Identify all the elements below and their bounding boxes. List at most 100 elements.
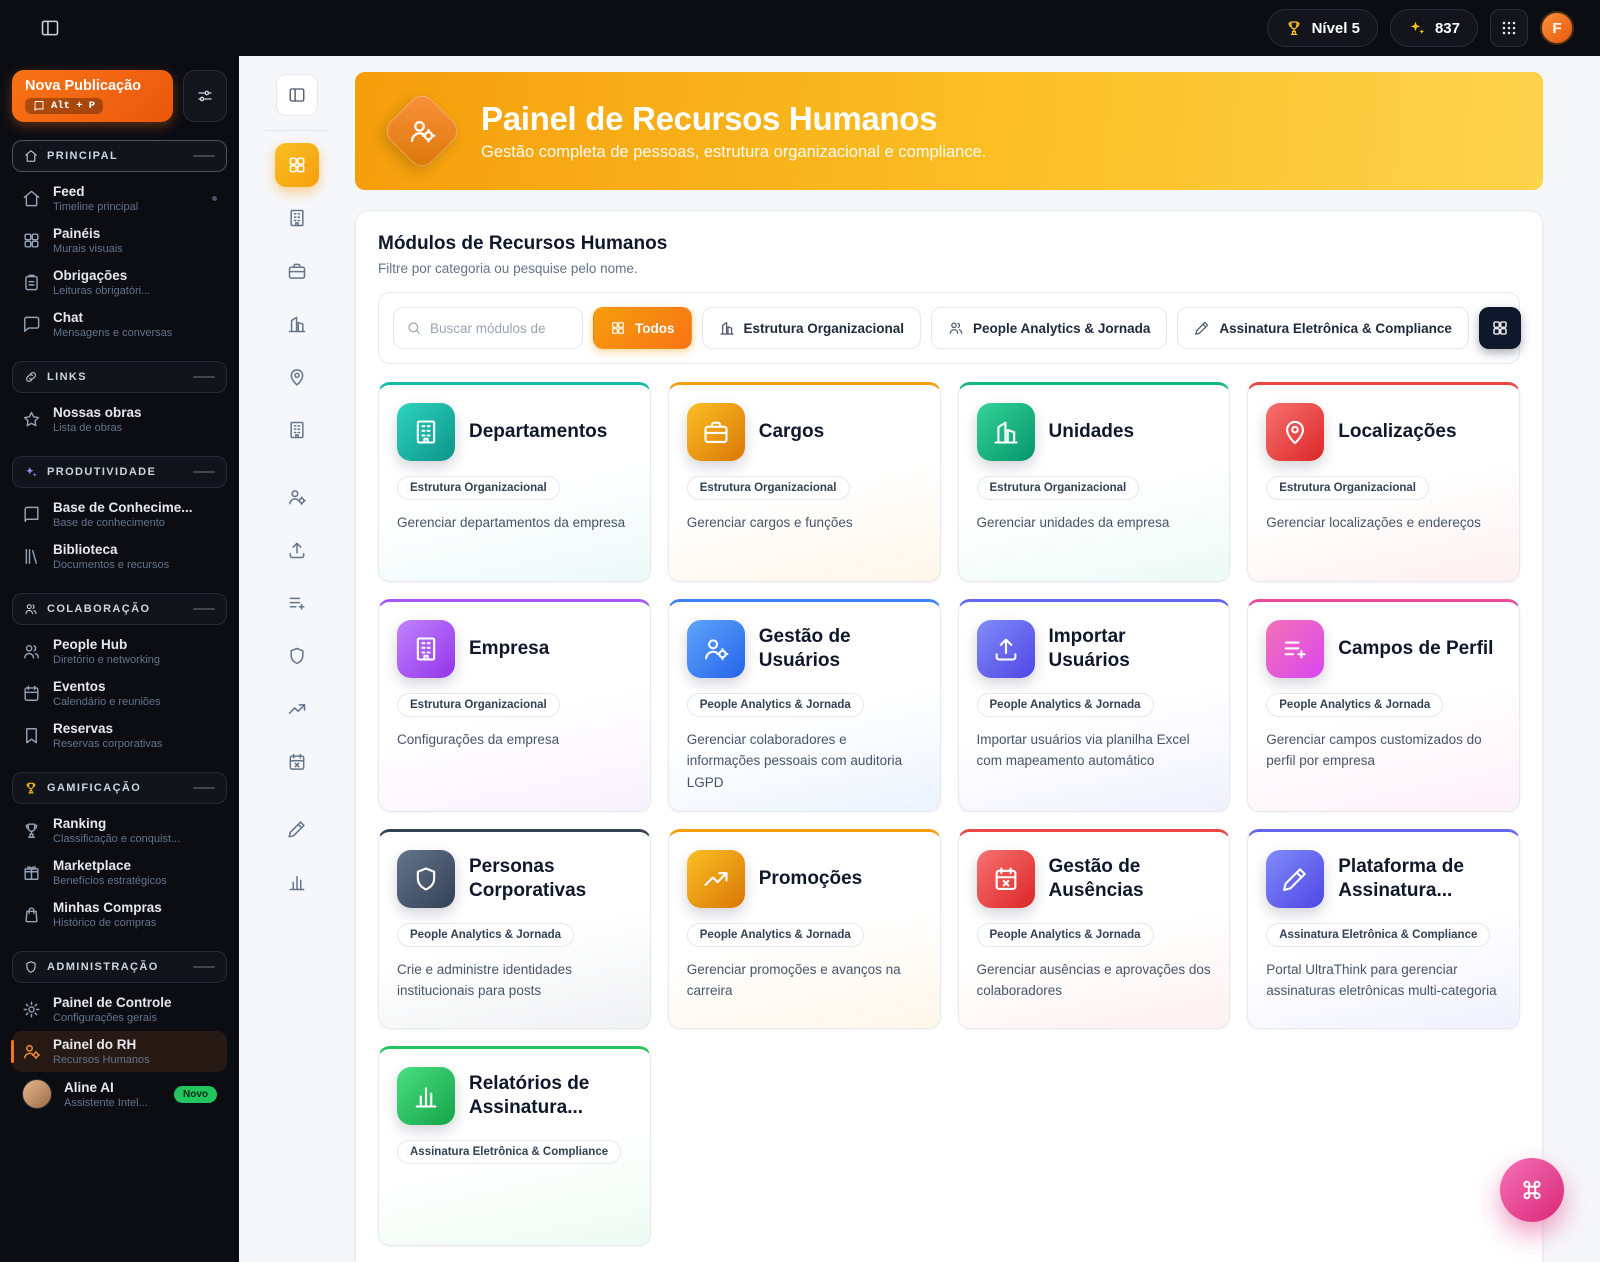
sidebar-item-chat[interactable]: ChatMensagens e conversas: [12, 304, 227, 345]
panel-left-icon: [40, 18, 60, 38]
rail-item-departamentos[interactable]: [275, 196, 319, 240]
notification-dot: [212, 196, 217, 201]
nav-item-label: Painel de Controle: [53, 995, 172, 1010]
banner-icon-badge: [381, 90, 463, 172]
app-root: Nível 5 837 F Nova Publicação Al: [0, 0, 1600, 1262]
rail-item-relatorios[interactable]: [275, 860, 319, 904]
sidebar-item-biblioteca[interactable]: BibliotecaDocumentos e recursos: [12, 536, 227, 577]
sidebar-item-reservas[interactable]: Reservas Reservas corporativas: [12, 715, 227, 756]
page-banner: Painel de Recursos Humanos Gestão comple…: [355, 72, 1543, 190]
module-description: Importar usuários via planilha Excel com…: [977, 729, 1212, 772]
rail-item-importar-usuarios[interactable]: [275, 528, 319, 572]
module-card-importar-usuarios[interactable]: Importar Usuários People Analytics & Jor…: [958, 599, 1231, 812]
trophy-icon: [22, 821, 41, 840]
sidebar-item-people-hub[interactable]: People HubDiretório e networking: [12, 631, 227, 672]
rail-item-cargos[interactable]: [275, 249, 319, 293]
module-card-campos-perfil[interactable]: Campos de Perfil People Analytics & Jorn…: [1247, 599, 1520, 812]
user-cog-icon: [287, 487, 307, 507]
sidebar-item-paineis[interactable]: PainéisMurais visuais: [12, 220, 227, 261]
sidebar-item-eventos[interactable]: EventosCalendário e reuniões: [12, 673, 227, 714]
nav-item-subtitle: Reservas corporativas: [53, 738, 162, 750]
nav-item-label: Reservas: [53, 721, 162, 736]
user-avatar[interactable]: F: [1540, 11, 1574, 45]
chat-icon: [22, 315, 41, 334]
points-badge[interactable]: 837: [1390, 9, 1478, 47]
module-category-badge: Estrutura Organizacional: [687, 476, 850, 500]
module-title: Unidades: [1049, 420, 1135, 444]
sidebar-toggle-button[interactable]: [40, 18, 60, 38]
module-description: Gerenciar cargos e funções: [687, 512, 853, 533]
rail-item-empresa[interactable]: [275, 408, 319, 452]
module-card-unidades[interactable]: Unidades Estrutura Organizacional Gerenc…: [958, 382, 1231, 582]
sidebar-item-painel-do-rh[interactable]: Painel do RHRecursos Humanos: [12, 1031, 227, 1072]
new-post-label: Nova Publicação: [25, 78, 141, 94]
list-view-button[interactable]: [1529, 307, 1543, 349]
filter-chip-todos[interactable]: Todos: [593, 307, 692, 349]
module-card-empresa[interactable]: Empresa Estrutura Organizacional Configu…: [378, 599, 651, 812]
grid-view-button[interactable]: [1479, 307, 1521, 349]
calendar-x-icon: [992, 865, 1020, 893]
module-card-promocoes[interactable]: Promoções People Analytics & Jornada Ger…: [668, 829, 941, 1029]
rail-item-localizacoes[interactable]: [275, 355, 319, 399]
rail-item-ausencias[interactable]: [275, 740, 319, 784]
nav-item-label: Feed: [53, 184, 138, 199]
module-card-departamentos[interactable]: Departamentos Estrutura Organizacional G…: [378, 382, 651, 582]
module-title: Promoções: [759, 867, 862, 891]
rail-item-assinatura[interactable]: [275, 807, 319, 851]
list-plus-icon: [287, 593, 307, 613]
nav-item-label: Minhas Compras: [53, 900, 162, 915]
command-fab[interactable]: [1500, 1158, 1564, 1222]
module-card-relatorios-assinatura[interactable]: Relatórios de Assinatura... Assinatura E…: [378, 1046, 651, 1246]
module-card-cargos[interactable]: Cargos Estrutura Organizacional Gerencia…: [668, 382, 941, 582]
sidebar-settings-button[interactable]: [183, 70, 227, 122]
rail-item-personas[interactable]: [275, 634, 319, 678]
module-description: Gerenciar unidades da empresa: [977, 512, 1170, 533]
level-badge[interactable]: Nível 5: [1267, 9, 1378, 47]
module-card-gestao-ausencias[interactable]: Gestão de Ausências People Analytics & J…: [958, 829, 1231, 1029]
module-category-badge: People Analytics & Jornada: [977, 923, 1154, 947]
sidebar-item-painel-de-controle[interactable]: Painel de ControleConfigurações gerais: [12, 989, 227, 1030]
topbar: Nível 5 837 F: [0, 0, 1600, 56]
app-body: Nova Publicação Alt + P PRINCIPAL FeedTi…: [0, 56, 1600, 1262]
rail-item-unidades[interactable]: [275, 302, 319, 346]
sidebar-item-aline-ai[interactable]: Aline AIAssistente Intel... Novo: [12, 1073, 227, 1115]
module-card-personas-corporativas[interactable]: Personas Corporativas People Analytics &…: [378, 829, 651, 1029]
new-post-button[interactable]: Nova Publicação Alt + P: [12, 70, 173, 122]
sidebar-item-base-conhecimento[interactable]: Base de Conhecime...Base de conhecimento: [12, 494, 227, 535]
shield-icon: [24, 960, 38, 974]
pen-icon: [287, 819, 307, 839]
sidebar-item-marketplace[interactable]: MarketplaceBenefícios estratégicos: [12, 852, 227, 893]
layout-grid-icon: [610, 320, 626, 336]
sidebar-item-feed[interactable]: FeedTimeline principal: [12, 178, 227, 219]
filter-chip-assinatura-compliance[interactable]: Assinatura Eletrônica & Compliance: [1177, 307, 1469, 349]
building-icon-badge: [397, 403, 455, 461]
rail-item-gestao-usuarios[interactable]: [275, 475, 319, 519]
module-card-plataforma-assinatura[interactable]: Plataforma de Assinatura... Assinatura E…: [1247, 829, 1520, 1029]
sidebar-item-ranking[interactable]: RankingClassificação e conquist...: [12, 810, 227, 851]
divider: [265, 130, 329, 131]
module-card-gestao-usuarios[interactable]: Gestão de Usuários People Analytics & Jo…: [668, 599, 941, 812]
module-card-localizacoes[interactable]: Localizações Estrutura Organizacional Ge…: [1247, 382, 1520, 582]
module-description: Gerenciar departamentos da empresa: [397, 512, 625, 533]
buildings-icon-badge: [977, 403, 1035, 461]
trending-up-icon: [702, 865, 730, 893]
map-pin-icon: [1281, 418, 1309, 446]
apps-menu-button[interactable]: [1490, 9, 1528, 47]
modules-panel-title: Módulos de Recursos Humanos: [378, 233, 1520, 255]
search-input[interactable]: [430, 321, 570, 336]
rail-item-promocoes[interactable]: [275, 687, 319, 731]
rail-item-dashboard[interactable]: [275, 143, 319, 187]
sidebar-item-minhas-compras[interactable]: Minhas ComprasHistórico de compras: [12, 894, 227, 935]
nav-item-subtitle: Lista de obras: [53, 422, 142, 434]
filter-label: Todos: [635, 321, 675, 336]
filter-chip-estrutura-organizacional[interactable]: Estrutura Organizacional: [702, 307, 922, 349]
rail-item-campos-perfil[interactable]: [275, 581, 319, 625]
rail-collapse-button[interactable]: [276, 74, 318, 116]
sidebar-item-obrigacoes[interactable]: ObrigaçõesLeituras obrigatóri...: [12, 262, 227, 303]
building-icon: [412, 418, 440, 446]
trending-up-icon-badge: [687, 850, 745, 908]
sidebar-item-nossas-obras[interactable]: Nossas obrasLista de obras: [12, 399, 227, 440]
module-title: Localizações: [1338, 420, 1456, 444]
filter-chip-people-analytics[interactable]: People Analytics & Jornada: [931, 307, 1167, 349]
briefcase-icon: [702, 418, 730, 446]
